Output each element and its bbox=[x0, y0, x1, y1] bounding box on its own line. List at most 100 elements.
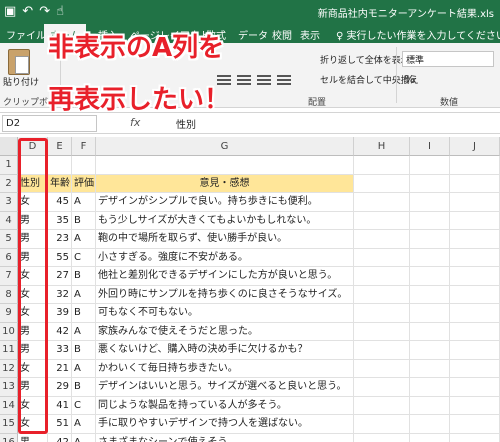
row-header[interactable]: 4 bbox=[0, 211, 18, 230]
cell[interactable] bbox=[450, 433, 500, 442]
cell[interactable] bbox=[48, 156, 72, 175]
table-cell[interactable]: もう少しサイズが大きくてもよいかもしれない。 bbox=[96, 211, 354, 230]
cell[interactable] bbox=[96, 156, 354, 175]
cell[interactable] bbox=[354, 433, 410, 442]
cell[interactable] bbox=[450, 415, 500, 434]
table-cell[interactable]: さまざまなシーンで使えそう。 bbox=[96, 433, 354, 442]
table-header-cell[interactable]: 意見・感想 bbox=[96, 174, 354, 193]
table-cell[interactable]: 可もなく不可もない。 bbox=[96, 304, 354, 323]
row-header[interactable]: 5 bbox=[0, 230, 18, 249]
table-cell[interactable]: 悪くないけど、購入時の決め手に欠けるかも？ bbox=[96, 341, 354, 360]
formula-input[interactable]: 性別 bbox=[176, 116, 196, 131]
cell[interactable] bbox=[354, 285, 410, 304]
table-cell[interactable]: 家族みんなで使えそうだと思った。 bbox=[96, 322, 354, 341]
row-header[interactable]: 14 bbox=[0, 396, 18, 415]
cell[interactable] bbox=[354, 174, 410, 193]
cell[interactable] bbox=[410, 378, 450, 397]
cell[interactable] bbox=[354, 359, 410, 378]
cell[interactable] bbox=[410, 267, 450, 286]
cell[interactable] bbox=[72, 156, 96, 175]
cell[interactable] bbox=[450, 396, 500, 415]
cell[interactable] bbox=[354, 230, 410, 249]
cell[interactable] bbox=[410, 304, 450, 323]
table-cell[interactable]: 42 bbox=[48, 433, 72, 442]
table-cell[interactable]: 27 bbox=[48, 267, 72, 286]
cell[interactable] bbox=[354, 304, 410, 323]
cell[interactable] bbox=[410, 322, 450, 341]
table-cell[interactable]: 33 bbox=[48, 341, 72, 360]
table-header-cell[interactable]: 性別 bbox=[18, 174, 48, 193]
table-header-cell[interactable]: 年齢 bbox=[48, 174, 72, 193]
table-cell[interactable]: A bbox=[72, 415, 96, 434]
touch-mode-icon[interactable]: ☝ bbox=[56, 3, 64, 21]
table-cell[interactable]: B bbox=[72, 378, 96, 397]
cell[interactable] bbox=[450, 341, 500, 360]
cell[interactable] bbox=[354, 415, 410, 434]
table-cell[interactable]: 女 bbox=[18, 304, 48, 323]
cell[interactable] bbox=[410, 174, 450, 193]
tell-me-search[interactable]: ♀ 実行したい作業を入力してください bbox=[336, 27, 500, 42]
cell[interactable] bbox=[354, 156, 410, 175]
cell[interactable] bbox=[450, 285, 500, 304]
number-format-dropdown[interactable]: 標準 bbox=[402, 51, 494, 67]
table-cell[interactable]: 男 bbox=[18, 433, 48, 442]
cell[interactable] bbox=[410, 193, 450, 212]
cell[interactable] bbox=[354, 341, 410, 360]
cell[interactable] bbox=[354, 248, 410, 267]
cell[interactable] bbox=[450, 248, 500, 267]
save-icon[interactable]: ▣ bbox=[4, 3, 16, 21]
table-cell[interactable]: 男 bbox=[18, 378, 48, 397]
row-header[interactable]: 6 bbox=[0, 248, 18, 267]
table-cell[interactable]: A bbox=[72, 322, 96, 341]
tab-review[interactable]: 校閲 bbox=[272, 26, 292, 43]
cell[interactable] bbox=[450, 230, 500, 249]
table-cell[interactable]: A bbox=[72, 359, 96, 378]
row-header[interactable]: 1 bbox=[0, 156, 18, 175]
table-cell[interactable]: C bbox=[72, 248, 96, 267]
cell[interactable] bbox=[410, 285, 450, 304]
table-cell[interactable]: 女 bbox=[18, 285, 48, 304]
table-cell[interactable]: 男 bbox=[18, 230, 48, 249]
table-cell[interactable]: 男 bbox=[18, 322, 48, 341]
table-cell[interactable]: 32 bbox=[48, 285, 72, 304]
cell[interactable] bbox=[354, 267, 410, 286]
column-header-h[interactable]: H bbox=[354, 137, 410, 156]
cell[interactable] bbox=[410, 433, 450, 442]
row-header[interactable]: 16 bbox=[0, 433, 18, 442]
table-cell[interactable]: 45 bbox=[48, 193, 72, 212]
cell[interactable] bbox=[410, 359, 450, 378]
table-cell[interactable]: 女 bbox=[18, 415, 48, 434]
table-cell[interactable]: A bbox=[72, 193, 96, 212]
row-header[interactable]: 12 bbox=[0, 359, 18, 378]
table-cell[interactable]: C bbox=[72, 396, 96, 415]
cell[interactable] bbox=[410, 230, 450, 249]
row-header[interactable]: 7 bbox=[0, 267, 18, 286]
column-header-j[interactable]: J bbox=[450, 137, 500, 156]
table-cell[interactable]: 23 bbox=[48, 230, 72, 249]
table-cell[interactable]: A bbox=[72, 230, 96, 249]
row-header[interactable]: 3 bbox=[0, 193, 18, 212]
column-header-e[interactable]: E bbox=[48, 137, 72, 156]
table-cell[interactable]: 35 bbox=[48, 211, 72, 230]
cell[interactable] bbox=[450, 267, 500, 286]
worksheet[interactable]: D E F G H I J 1 2 性別 年齢 評価 意見・感想 3 女 45 A デザインがシンプ… bbox=[0, 137, 500, 442]
table-cell[interactable]: デザインはいいと思う。サイズが選べると良いと思う。 bbox=[96, 378, 354, 397]
row-header[interactable]: 9 bbox=[0, 304, 18, 323]
table-cell[interactable]: 女 bbox=[18, 396, 48, 415]
table-cell[interactable]: A bbox=[72, 433, 96, 442]
undo-icon[interactable]: ↶ bbox=[22, 3, 33, 21]
table-cell[interactable]: 手に取りやすいデザインで持つ人を選ばない。 bbox=[96, 415, 354, 434]
table-cell[interactable]: 41 bbox=[48, 396, 72, 415]
row-header[interactable]: 10 bbox=[0, 322, 18, 341]
table-cell[interactable]: A bbox=[72, 285, 96, 304]
percent-style-button[interactable]: % bbox=[404, 73, 415, 86]
column-header-g[interactable]: G bbox=[96, 137, 354, 156]
table-cell[interactable]: かわいくて毎日持ち歩きたい。 bbox=[96, 359, 354, 378]
cell[interactable] bbox=[410, 415, 450, 434]
tab-file[interactable]: ファイル bbox=[6, 26, 46, 43]
table-cell[interactable]: 55 bbox=[48, 248, 72, 267]
table-cell[interactable]: 男 bbox=[18, 211, 48, 230]
cell[interactable] bbox=[410, 211, 450, 230]
table-cell[interactable]: 42 bbox=[48, 322, 72, 341]
row-header[interactable]: 11 bbox=[0, 341, 18, 360]
